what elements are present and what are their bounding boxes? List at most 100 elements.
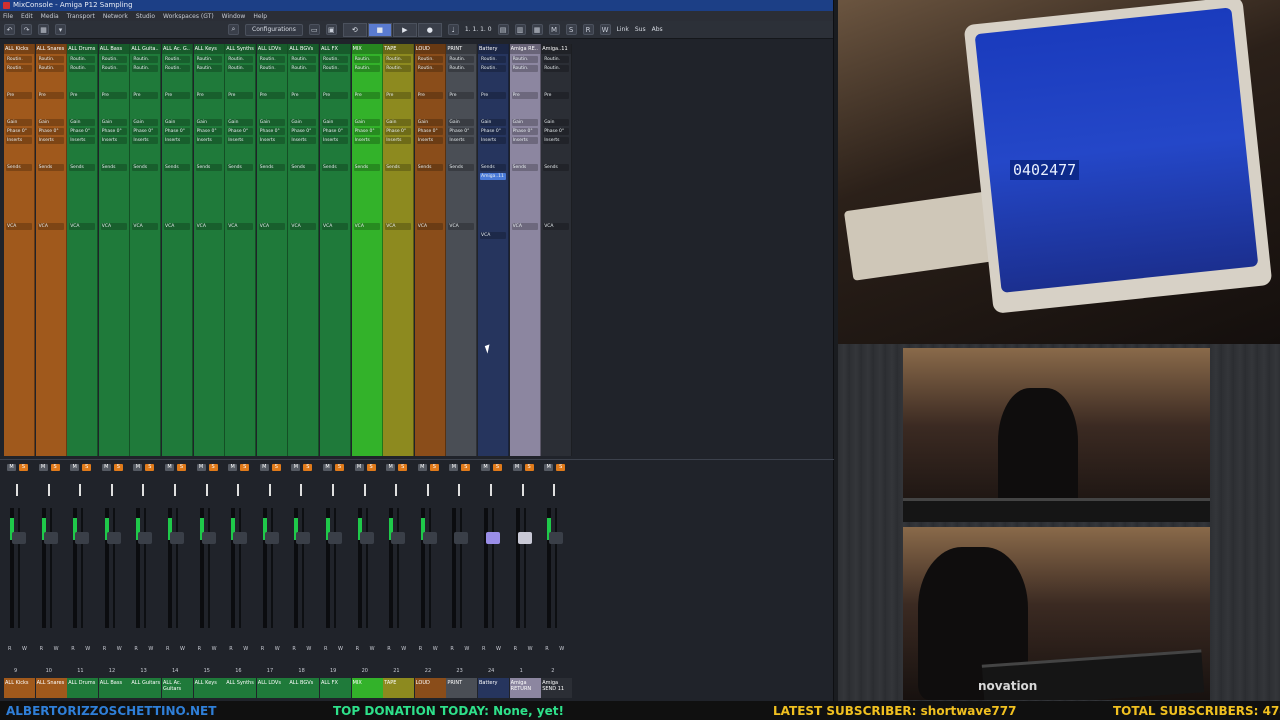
- phase-slot[interactable]: Phase 0°: [195, 128, 222, 135]
- routing-slot[interactable]: Routin.: [6, 56, 32, 63]
- fader-handle[interactable]: [43, 532, 58, 544]
- write-button[interactable]: W: [464, 646, 469, 652]
- solo-button[interactable]: S: [208, 464, 218, 471]
- routing-slot[interactable]: Routin.: [448, 65, 475, 72]
- write-button[interactable]: W: [117, 646, 122, 652]
- sends-slot[interactable]: Sends: [290, 164, 317, 171]
- inserts-slot[interactable]: Inserts: [385, 137, 412, 144]
- routing-slot[interactable]: Routin.: [385, 65, 412, 72]
- channel-name[interactable]: Amiga..11: [541, 44, 572, 54]
- fader-handle[interactable]: [328, 532, 342, 544]
- abs-label[interactable]: Abs: [652, 26, 663, 33]
- inserts-slot[interactable]: Inserts: [511, 137, 538, 144]
- search-icon[interactable]: ⌕: [228, 24, 239, 35]
- read-button[interactable]: R: [261, 646, 264, 652]
- phase-slot[interactable]: Phase 0°: [448, 128, 475, 135]
- phase-slot[interactable]: Phase 0°: [290, 128, 317, 135]
- sends-slot[interactable]: Sends: [416, 164, 443, 171]
- phase-slot[interactable]: Phase 0°: [69, 128, 96, 135]
- routing-slot[interactable]: Routin.: [543, 65, 570, 72]
- channel-name[interactable]: ALL Guita..: [130, 44, 161, 54]
- pre-button[interactable]: Pre: [258, 92, 285, 99]
- pre-button[interactable]: Pre: [385, 92, 412, 99]
- read-button[interactable]: R: [356, 646, 359, 652]
- read-button[interactable]: R: [482, 646, 485, 652]
- solo-button[interactable]: S: [556, 464, 566, 471]
- pan-knob[interactable]: [268, 484, 271, 496]
- sends-slot[interactable]: Sends: [132, 164, 159, 171]
- routing-slot[interactable]: Routin.: [353, 56, 380, 63]
- channel-label[interactable]: ALL Drums: [67, 678, 99, 698]
- phase-slot[interactable]: Phase 0°: [511, 128, 538, 135]
- channel-name[interactable]: PRINT: [446, 44, 477, 54]
- routing-slot[interactable]: Routin.: [290, 56, 317, 63]
- sends-slot[interactable]: Sends: [322, 164, 348, 171]
- fader-handle[interactable]: [75, 532, 90, 544]
- inserts-slot[interactable]: Inserts: [164, 137, 190, 144]
- read-button[interactable]: R: [71, 646, 74, 652]
- sends-slot[interactable]: Sends: [448, 164, 475, 171]
- sends-slot[interactable]: Sends: [385, 164, 412, 171]
- sends-slot[interactable]: Sends: [480, 164, 506, 171]
- menu-window[interactable]: Window: [222, 13, 246, 20]
- routing-slot[interactable]: Routin.: [195, 65, 222, 72]
- sends-slot[interactable]: Sends: [195, 164, 222, 171]
- pan-knob[interactable]: [458, 484, 461, 496]
- solo-button[interactable]: S: [177, 464, 186, 471]
- vca-slot[interactable]: VCA: [480, 232, 506, 239]
- pan-knob[interactable]: [142, 484, 145, 496]
- phase-slot[interactable]: Phase 0°: [416, 128, 443, 135]
- mute-button[interactable]: M: [38, 464, 48, 471]
- inserts-slot[interactable]: Inserts: [227, 137, 254, 144]
- pre-button[interactable]: Pre: [37, 92, 64, 99]
- play-button[interactable]: ▶: [392, 22, 417, 37]
- sends-slot[interactable]: Sends: [227, 164, 254, 171]
- pan-knob[interactable]: [332, 484, 334, 496]
- routing-slot[interactable]: Routin.: [385, 56, 412, 63]
- mute-button[interactable]: M: [228, 464, 238, 471]
- phase-slot[interactable]: Phase 0°: [132, 128, 159, 135]
- routing-slot[interactable]: Routin.: [511, 56, 538, 63]
- write-button[interactable]: W: [275, 646, 280, 652]
- solo-button[interactable]: S: [303, 464, 313, 471]
- sends-slot[interactable]: Sends: [37, 164, 64, 171]
- channel-name[interactable]: ALL FX: [320, 44, 350, 54]
- channel-name[interactable]: ALL LDVs: [256, 44, 287, 54]
- mute-button[interactable]: M: [101, 464, 111, 471]
- routing-slot[interactable]: Routin.: [511, 65, 538, 72]
- fader-handle[interactable]: [486, 532, 500, 544]
- routing-slot[interactable]: Routin.: [37, 56, 64, 63]
- fader-track[interactable]: [270, 508, 273, 628]
- gain-slot[interactable]: Gain: [258, 119, 285, 126]
- fader-handle[interactable]: [296, 532, 311, 544]
- channel-name[interactable]: ALL Ac. G..: [162, 44, 192, 54]
- phase-slot[interactable]: Phase 0°: [227, 128, 254, 135]
- fader-handle[interactable]: [12, 532, 26, 544]
- mute-button[interactable]: M: [417, 464, 427, 471]
- pan-knob[interactable]: [79, 484, 82, 496]
- vca-slot[interactable]: VCA: [164, 223, 190, 230]
- vca-slot[interactable]: VCA: [511, 223, 538, 230]
- sends-slot[interactable]: Sends: [543, 164, 570, 171]
- routing-slot[interactable]: Routin.: [258, 56, 285, 63]
- channel-label[interactable]: ALL BGVs: [288, 678, 320, 698]
- vca-slot[interactable]: VCA: [258, 223, 285, 230]
- channel-label[interactable]: ALL Ac. Guitars: [162, 678, 193, 698]
- read-button[interactable]: R: [166, 646, 169, 652]
- channel-label[interactable]: PRINT: [446, 678, 478, 698]
- fader-handle[interactable]: [264, 532, 279, 544]
- gain-slot[interactable]: Gain: [37, 119, 64, 126]
- channel-name[interactable]: ALL Kicks: [4, 44, 34, 54]
- inserts-slot[interactable]: Inserts: [448, 137, 475, 144]
- gain-slot[interactable]: Gain: [290, 119, 317, 126]
- fader-track[interactable]: [144, 508, 147, 628]
- channel-label[interactable]: ALL Guitars: [130, 678, 162, 698]
- channel-label[interactable]: Amiga SEND 11: [541, 678, 573, 698]
- solo-button[interactable]: S: [113, 464, 123, 471]
- write-button[interactable]: W: [559, 646, 564, 652]
- read-button[interactable]: R: [514, 646, 517, 652]
- solo-button[interactable]: S: [240, 464, 250, 471]
- solo-button[interactable]: S: [50, 464, 60, 471]
- vca-slot[interactable]: VCA: [132, 223, 159, 230]
- read-all-icon[interactable]: R: [582, 24, 594, 35]
